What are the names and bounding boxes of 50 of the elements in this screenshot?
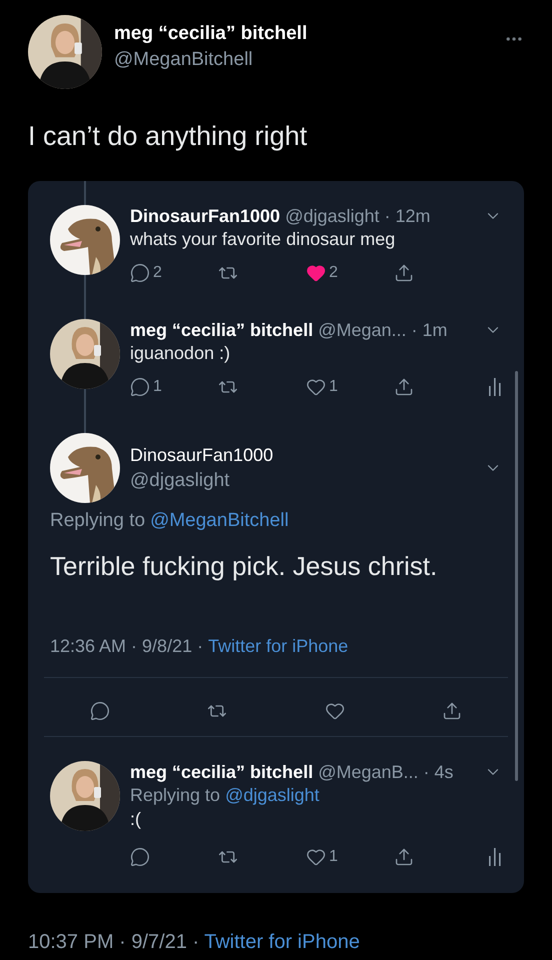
source-link[interactable]: Twitter for iPhone xyxy=(208,636,348,656)
like-button[interactable]: 1 xyxy=(306,377,394,397)
share-icon xyxy=(394,847,414,867)
like-button[interactable] xyxy=(324,701,345,721)
heart-icon xyxy=(306,847,326,867)
user-handle: @MeganB... xyxy=(318,762,418,782)
heart-icon xyxy=(306,377,326,397)
analytics-button[interactable] xyxy=(488,378,502,396)
tweet-time: · 4s xyxy=(423,762,454,782)
analytics-icon xyxy=(488,378,502,396)
tweet-time: · 12m xyxy=(384,206,430,226)
tweet-text: I can’t do anything right xyxy=(28,120,308,153)
comment-icon xyxy=(130,847,150,867)
display-name: meg “cecilia” bitchell xyxy=(114,23,308,45)
mention-link[interactable]: @djgaslight xyxy=(225,784,320,806)
heart-icon xyxy=(306,263,326,283)
comment-icon xyxy=(130,377,150,397)
comment-icon xyxy=(130,263,150,283)
share-icon xyxy=(394,263,414,283)
tweet-timestamp: 12:36 AM · 9/8/21 · xyxy=(50,636,204,656)
tweet-time: · 1m xyxy=(411,320,448,340)
user-handle: @djgaslight xyxy=(285,206,380,226)
source-link[interactable]: Twitter for iPhone xyxy=(204,930,360,954)
tweet-text: Terrible fucking pick. Jesus christ. xyxy=(50,550,438,583)
reply-text: :( xyxy=(130,808,142,831)
reply-button[interactable]: 1 xyxy=(130,377,218,397)
user-handle: @MeganBitchell xyxy=(114,49,254,71)
display-name: meg “cecilia” bitchell xyxy=(130,762,314,782)
analytics-button[interactable] xyxy=(488,848,502,866)
share-button[interactable] xyxy=(442,701,462,721)
mention-link[interactable]: @MeganBitchell xyxy=(150,510,289,532)
user-handle: @Megan... xyxy=(318,320,406,340)
comment-icon xyxy=(90,701,110,721)
display-name: meg “cecilia” bitchell xyxy=(130,320,314,340)
reply-button[interactable] xyxy=(90,701,110,721)
display-name: DinosaurFan1000 xyxy=(130,444,274,466)
replying-label: Replying to xyxy=(50,510,146,532)
display-name: DinosaurFan1000 xyxy=(130,206,280,226)
tweet-timestamp: 10:37 PM · 9/7/21 · xyxy=(28,930,200,954)
reply-text: iguanodon :) xyxy=(130,342,232,365)
reply-button[interactable]: 2 xyxy=(130,263,218,283)
share-icon xyxy=(442,701,462,721)
replying-label: Replying to xyxy=(130,784,220,806)
like-button[interactable]: 1 xyxy=(306,847,394,867)
like-button[interactable]: 2 xyxy=(306,263,394,283)
share-icon xyxy=(394,377,414,397)
analytics-icon xyxy=(488,848,502,866)
reply-text: whats your favorite dinosaur meg xyxy=(130,228,396,251)
user-handle: @djgaslight xyxy=(130,470,231,492)
heart-icon xyxy=(324,701,345,721)
